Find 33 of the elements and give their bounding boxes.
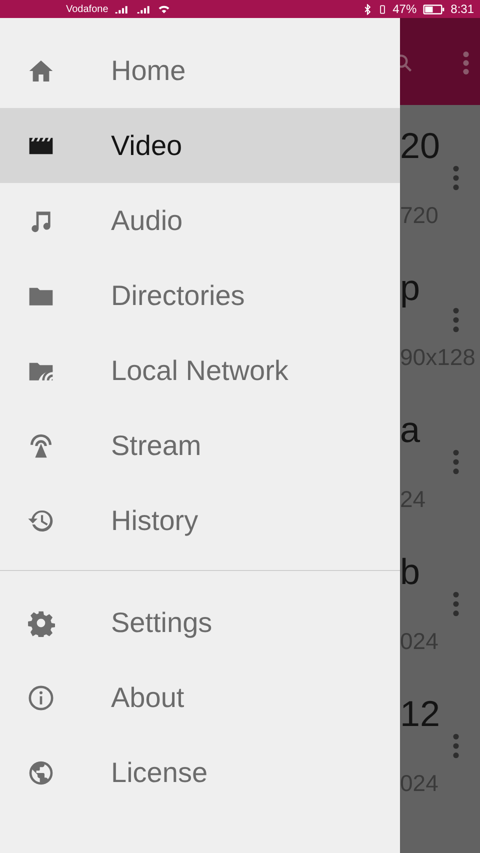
globe-icon: [27, 758, 55, 786]
info-icon: [27, 684, 55, 712]
item-title: 12: [400, 696, 440, 732]
item-title: 20: [400, 128, 440, 164]
nav-item[interactable]: Home: [0, 33, 400, 108]
more-icon[interactable]: [452, 164, 460, 192]
signal-icon: [136, 4, 152, 14]
nav-item[interactable]: Stream: [0, 408, 400, 483]
nav-item[interactable]: License: [0, 735, 400, 810]
more-icon[interactable]: [462, 50, 470, 76]
vibrate-icon: [378, 4, 387, 14]
item-title: b: [400, 554, 420, 590]
item-title: p: [400, 270, 420, 306]
more-icon[interactable]: [452, 590, 460, 618]
item-title: a: [400, 412, 420, 448]
battery-icon: [422, 4, 445, 14]
nav-item[interactable]: Audio: [0, 183, 400, 258]
battery-percent: 47%: [392, 2, 417, 16]
nav-item[interactable]: About: [0, 660, 400, 735]
more-icon[interactable]: [452, 448, 460, 476]
wifi-icon: [158, 4, 170, 14]
signal-icon: [114, 4, 130, 14]
nav-item[interactable]: Directories: [0, 258, 400, 333]
bluetooth-icon: [362, 4, 372, 14]
more-icon[interactable]: [452, 732, 460, 760]
clock-time: 8:31: [450, 2, 474, 16]
nav-item[interactable]: Local Network: [0, 333, 400, 408]
settings-icon: [27, 608, 55, 636]
nav-item[interactable]: History: [0, 483, 400, 558]
carrier-name: Vodafone: [66, 4, 108, 14]
nav-item[interactable]: Settings: [0, 585, 400, 660]
nav-item[interactable]: Video: [0, 108, 400, 183]
more-icon[interactable]: [452, 306, 460, 334]
